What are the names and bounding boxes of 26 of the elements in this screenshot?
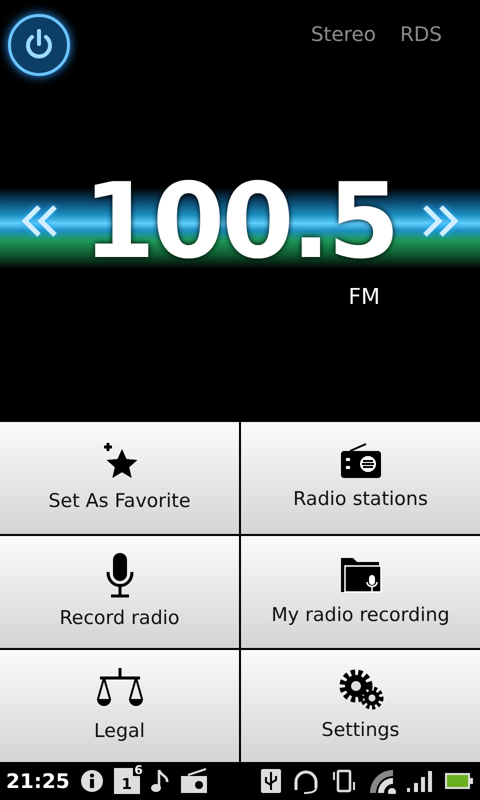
frequency-display: 100.5 <box>83 169 397 273</box>
menu-tile[interactable]: Settings <box>241 650 480 762</box>
power-button[interactable] <box>8 14 70 76</box>
signal-icon <box>406 768 434 794</box>
radio-icon <box>180 768 208 794</box>
indicator-label: Stereo <box>310 21 376 48</box>
wifi-icon <box>368 768 396 794</box>
calendar-day: 1 <box>121 777 132 792</box>
gears-icon <box>338 668 384 710</box>
usb-icon <box>260 768 282 794</box>
status-time: 21:25 <box>6 768 70 795</box>
microphone-icon <box>106 552 134 598</box>
menu-tile[interactable]: Record radio <box>0 536 239 648</box>
music-note-icon <box>150 768 170 794</box>
battery-icon <box>444 771 474 791</box>
menu-tile[interactable]: Set As Favorite <box>0 422 239 534</box>
calendar-count: 6 <box>133 764 144 776</box>
radio-icon <box>340 442 382 479</box>
vibrate-icon <box>330 768 358 794</box>
headset-icon <box>292 768 320 794</box>
menu-tile[interactable]: Radio stations <box>241 422 480 534</box>
indicator-label: RDS <box>400 21 442 48</box>
band-label: FM <box>348 284 380 312</box>
info-icon <box>80 769 104 793</box>
menu-tile[interactable]: Legal <box>0 650 239 762</box>
menu-tile[interactable]: My radio recording <box>241 536 480 648</box>
